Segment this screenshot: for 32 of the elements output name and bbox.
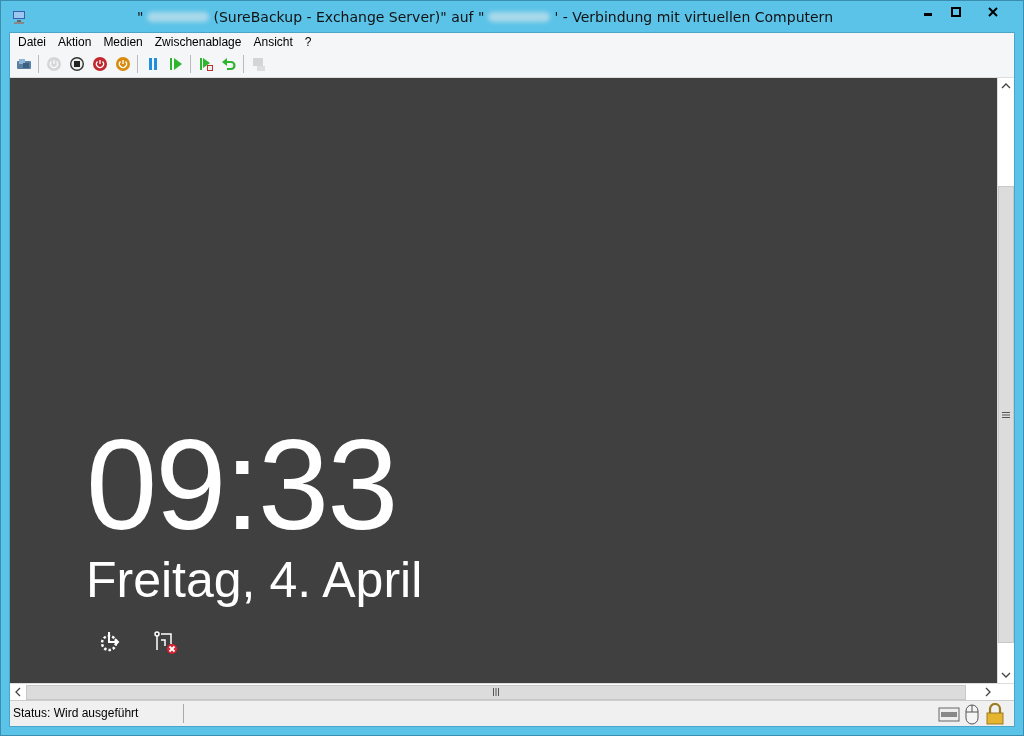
window-title: (SureBackup - Exchange Server)" auf " [213,8,485,25]
padlock-icon [984,702,1006,725]
window-title: ' - Verbindung mit virtuellen Computern [554,8,833,25]
redacted-text [147,11,210,22]
monitor-icon [250,55,267,72]
checkpoint-icon [197,55,214,72]
menu-item[interactable]: Medien [97,34,149,49]
grip-icon[interactable] [492,688,500,696]
window-title: " [137,8,144,25]
menu-item[interactable]: Zwischenablage [148,34,248,49]
clock-date: Freitag, 4. April [86,553,424,608]
close-icon [987,6,998,17]
minimize-icon [923,12,932,16]
redacted-text [488,11,551,22]
stop-icon [68,55,85,72]
power-icon [45,55,62,72]
status-text: Status: Wird ausgeführt [10,704,184,723]
network-disconnected-icon[interactable] [153,630,178,655]
play-icon [167,55,184,72]
horizontal-scrollbar[interactable] [10,683,1014,700]
power-icon [114,55,131,72]
maximize-icon [950,6,961,17]
menu-item[interactable]: ? [298,34,318,49]
app-icon [11,8,27,25]
clock-time: 09:33 [86,421,398,549]
menu-item[interactable]: Ansicht [247,34,299,49]
power-icon [91,55,108,72]
menu-item[interactable]: Datei [12,34,52,49]
undo-icon [220,55,237,72]
grip-icon[interactable] [1002,410,1010,419]
vertical-scrollbar[interactable] [997,78,1014,683]
menu-item[interactable]: Aktion [52,34,98,49]
